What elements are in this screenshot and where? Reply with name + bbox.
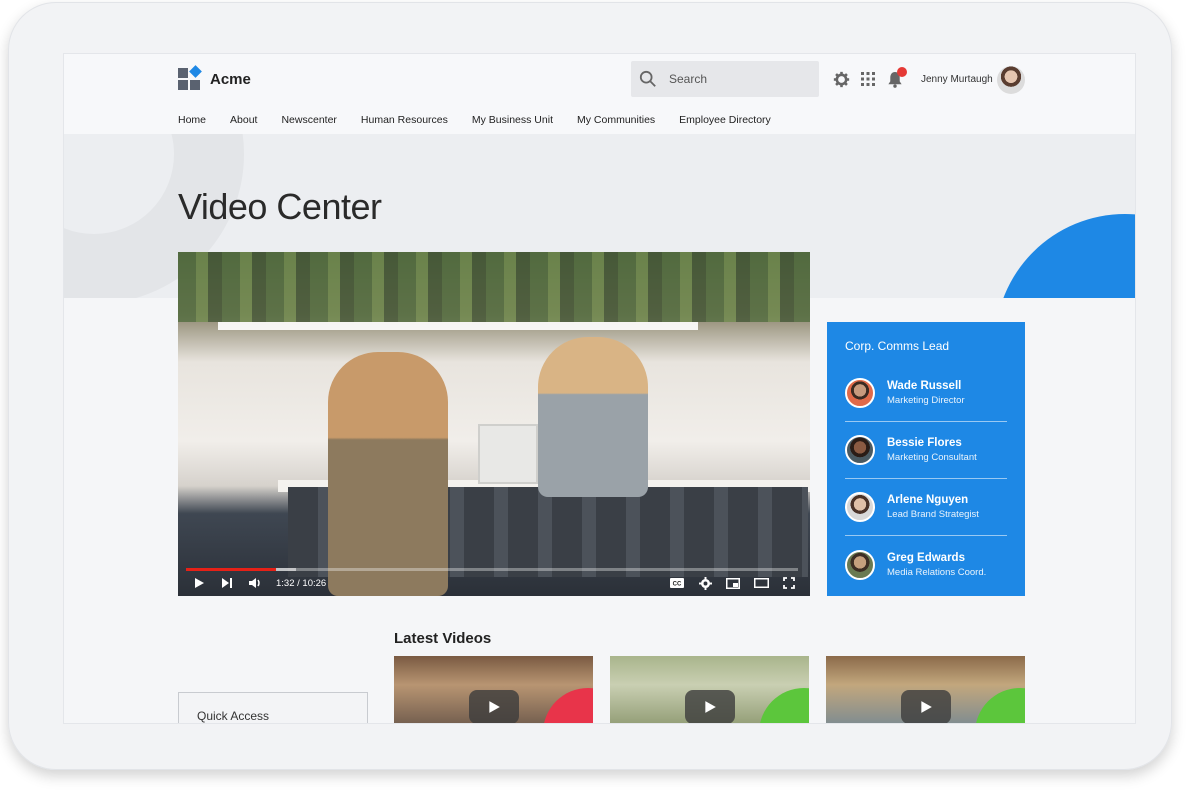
page-title: Video Center [178, 186, 382, 227]
video-frame-image [178, 252, 810, 322]
quick-access-label: Quick Access [197, 709, 270, 723]
fullscreen-icon[interactable] [780, 574, 798, 592]
video-controls: 1:32 / 10:26 CC [190, 574, 798, 592]
top-bar: Acme Search Jenny Murtaugh Home About Ne… [64, 54, 1135, 134]
video-progress-fill [186, 568, 276, 571]
video-scene-person [538, 337, 648, 497]
decorative-shape [975, 688, 1025, 723]
video-scene-register [478, 424, 538, 484]
tablet-frame: Acme Search Jenny Murtaugh Home About Ne… [8, 2, 1172, 770]
play-button-icon[interactable] [685, 690, 735, 723]
video-time: 1:32 / 10:26 [276, 577, 327, 589]
latest-videos-heading: Latest Videos [394, 630, 492, 647]
contact-avatar [845, 378, 875, 408]
apps-grid-icon[interactable] [859, 70, 877, 88]
nav-human-resources[interactable]: Human Resources [361, 114, 448, 126]
theater-mode-icon[interactable] [752, 574, 770, 592]
acme-logo-icon [178, 65, 202, 90]
search-icon [639, 70, 656, 87]
nav-home[interactable]: Home [178, 114, 206, 126]
screen: Acme Search Jenny Murtaugh Home About Ne… [63, 53, 1136, 724]
decorative-shape [543, 688, 593, 723]
video-thumbnail[interactable] [826, 656, 1025, 723]
contact-role: Marketing Consultant [887, 452, 977, 463]
main-nav: Home About Newscenter Human Resources My… [178, 114, 795, 126]
decorative-blue-shape [995, 214, 1135, 298]
video-scene-person [328, 352, 448, 596]
video-settings-icon[interactable] [696, 574, 714, 592]
contact-card[interactable]: Greg Edwards Media Relations Coord. [845, 536, 1007, 593]
video-thumbnail[interactable] [610, 656, 809, 723]
nav-my-communities[interactable]: My Communities [577, 114, 655, 126]
svg-text:CC: CC [673, 582, 682, 588]
contact-avatar [845, 549, 875, 580]
search-box[interactable] [631, 61, 819, 97]
captions-icon[interactable]: CC [668, 574, 686, 592]
notification-badge [897, 67, 907, 77]
contacts-heading: Corp. Comms Lead [845, 339, 950, 353]
contact-avatar [845, 435, 875, 465]
contact-name: Bessie Flores [887, 437, 962, 449]
nav-employee-directory[interactable]: Employee Directory [679, 114, 771, 126]
quick-access-panel[interactable]: Quick Access [178, 692, 368, 723]
contact-name: Wade Russell [887, 380, 962, 392]
play-icon[interactable] [190, 574, 208, 592]
contact-card[interactable]: Wade Russell Marketing Director [845, 365, 1007, 422]
next-icon[interactable] [218, 574, 236, 592]
contact-card[interactable]: Arlene Nguyen Lead Brand Strategist [845, 479, 1007, 536]
video-scene-shelf [218, 322, 698, 330]
settings-gear-icon[interactable] [832, 70, 850, 88]
contact-role: Media Relations Coord. [887, 566, 987, 578]
play-button-icon[interactable] [901, 690, 951, 723]
comms-contacts-panel: Corp. Comms Lead Wade Russell Marketing … [827, 322, 1025, 596]
contact-role: Marketing Director [887, 395, 965, 406]
decorative-shape [759, 688, 809, 723]
video-progress-bar[interactable] [186, 568, 798, 571]
app-name: Acme [210, 70, 251, 88]
search-input[interactable] [669, 72, 799, 86]
play-button-icon[interactable] [469, 690, 519, 723]
user-avatar[interactable] [997, 66, 1025, 94]
nav-newscenter[interactable]: Newscenter [281, 114, 336, 126]
contact-avatar [845, 492, 875, 522]
nav-my-business-unit[interactable]: My Business Unit [472, 114, 553, 126]
nav-about[interactable]: About [230, 114, 257, 126]
user-name[interactable]: Jenny Murtaugh [921, 74, 993, 85]
miniplayer-icon[interactable] [724, 574, 742, 592]
contact-name: Arlene Nguyen [887, 494, 969, 506]
contact-card[interactable]: Bessie Flores Marketing Consultant [845, 422, 1007, 479]
contact-name: Greg Edwards [887, 551, 965, 564]
video-thumbnail[interactable] [394, 656, 593, 723]
logo[interactable]: Acme [178, 65, 251, 90]
volume-icon[interactable] [246, 574, 264, 592]
contact-role: Lead Brand Strategist [887, 509, 979, 520]
video-player[interactable]: 1:32 / 10:26 CC [178, 252, 810, 596]
